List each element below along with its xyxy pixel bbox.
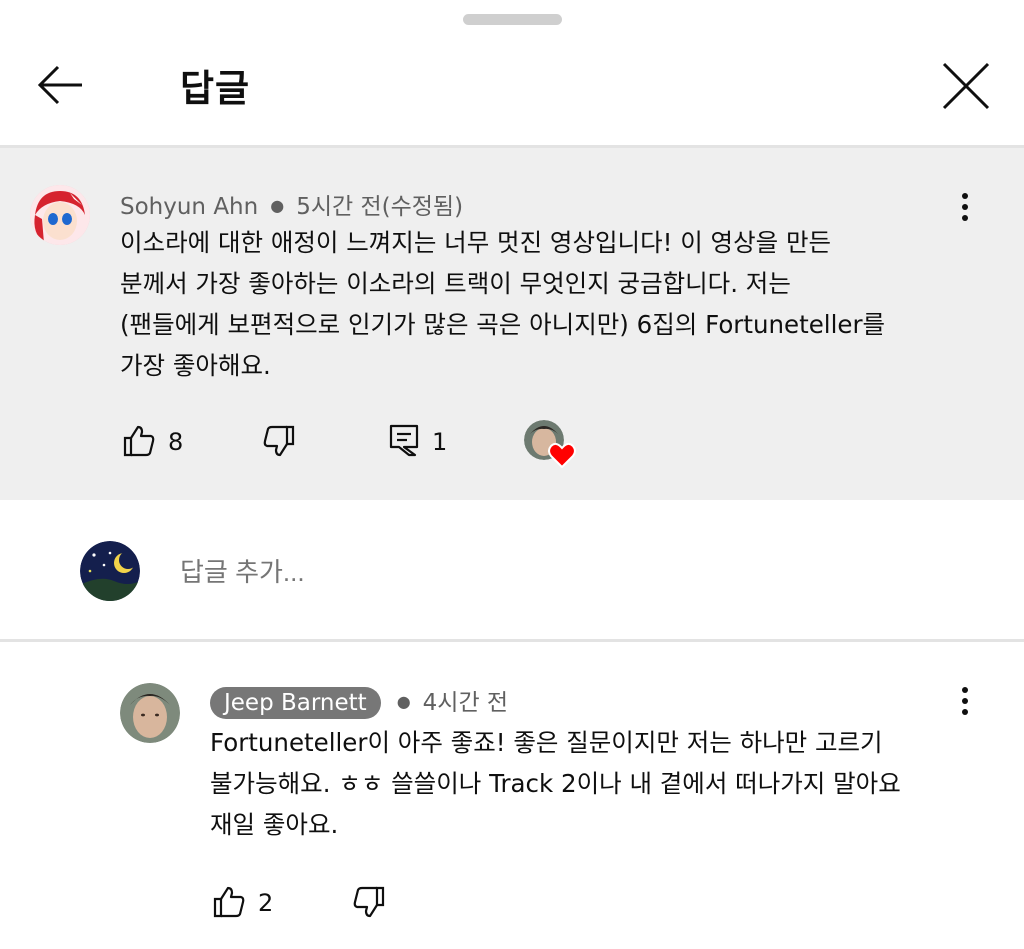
drag-handle[interactable] [463,14,562,25]
avatar[interactable] [30,185,90,245]
back-button[interactable] [30,60,90,110]
reply-input[interactable] [180,555,880,589]
dislike-button[interactable] [352,885,386,923]
avatar [80,541,140,601]
comment-line: 가장 좋아해요. [120,351,271,380]
comment-line: 이소라에 대한 애정이 느껴지는 너무 멋진 영상입니다! 이 영상을 만든 [120,228,832,257]
thumbs-up-icon [123,425,155,457]
comment-icon [389,424,419,457]
close-button[interactable] [936,56,996,116]
thumbs-up-icon [213,886,245,918]
reply-count: 1 [432,428,448,456]
arrow-left-icon [37,65,82,105]
more-options-button[interactable] [953,189,977,229]
comment-text: 이소라에 대한 애정이 느껴지는 너무 멋진 영상입니다! 이 영상을 만든 분… [120,222,885,386]
more-vert-icon [953,687,977,715]
heart-icon [548,442,576,472]
like-count: 8 [168,428,184,456]
comment-meta: Sohyun Ahn ● 5시간 전(수정됨) [120,187,463,221]
timestamp: 5시간 전(수정됨) [296,194,464,220]
comment-line: 불가능해요. ㅎㅎ 쓸쓸이나 Track 2이나 내 곁에서 떠나가지 말아요 [210,769,901,798]
close-icon [942,62,990,110]
separator-dot: ● [396,692,411,711]
comment-line: 분께서 가장 좋아하는 이소라의 트랙이 무엇인지 궁금합니다. 저는 [120,269,791,298]
header [0,28,1024,146]
comment-line: 재일 좋아요. [210,810,339,839]
avatar[interactable] [120,683,180,743]
timestamp: 4시간 전 [422,690,509,716]
reply-text: Fortuneteller이 아주 좋죠! 좋은 질문이지만 저는 하나만 고르… [210,722,901,845]
divider [0,639,1024,642]
reply-button[interactable] [388,423,420,461]
thumbs-down-icon [353,886,385,918]
like-button[interactable] [212,885,246,923]
page-title: 답글 [180,67,251,110]
more-options-button[interactable] [953,683,977,723]
like-count: 2 [258,889,274,917]
like-button[interactable] [122,424,156,462]
separator-dot: ● [270,196,285,215]
author-name[interactable]: Sohyun Ahn [120,194,258,220]
thumbs-down-icon [263,425,295,457]
more-vert-icon [953,193,977,221]
dislike-button[interactable] [262,424,296,462]
comment-line: Fortuneteller이 아주 좋죠! 좋은 질문이지만 저는 하나만 고르… [210,728,883,757]
comment-meta: Jeep Barnett ● 4시간 전 [210,683,508,719]
comment-line: (팬들에게 보편적으로 인기가 많은 곡은 아니지만) 6집의 Fortunet… [120,310,886,339]
author-badge[interactable]: Jeep Barnett [210,687,381,719]
